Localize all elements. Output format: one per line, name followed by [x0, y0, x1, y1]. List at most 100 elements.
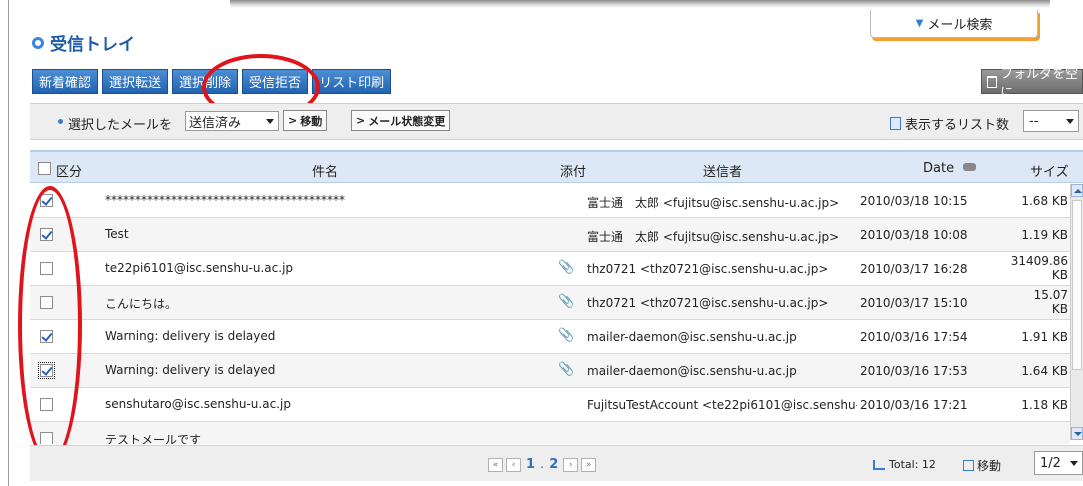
page-move[interactable]: 移動 [963, 457, 1001, 474]
first-page-icon[interactable]: « [488, 457, 503, 472]
page-title: 受信トレイ [32, 30, 135, 55]
header-date[interactable]: Date [923, 161, 954, 176]
chevron-right-icon: > [288, 114, 298, 127]
paperclip-icon: 📎 [558, 260, 575, 275]
row-size: 1.19 KB [1021, 228, 1068, 242]
header-attach[interactable]: 添付 [560, 161, 586, 180]
header-size[interactable]: サイズ [1030, 161, 1069, 180]
row-subject[interactable]: Warning: delivery is delayed [105, 329, 275, 343]
trash-icon [987, 75, 998, 88]
row-size-unit: KB [1051, 268, 1068, 282]
empty-folder-button[interactable]: フォルダを空に [981, 67, 1083, 101]
row-date: 2010/03/16 17:54 [860, 330, 968, 344]
chevron-down-icon [266, 119, 274, 124]
move-button-label: 移動 [300, 114, 323, 128]
chevron-down-icon [1066, 119, 1074, 124]
select-all-checkbox[interactable] [38, 162, 51, 179]
row-sender: 富士通 太郎 <fujitsu@isc.senshu-u.ac.jp> [587, 230, 840, 244]
move-icon [963, 460, 974, 471]
row-subject[interactable]: **************************************** [105, 193, 345, 207]
empty-folder-label: フォルダを空に [1000, 66, 1079, 101]
list-count-label: 表示するリスト数 [905, 118, 1010, 133]
paperclip-icon: 📎 [558, 362, 575, 377]
list-count-select[interactable]: -- [1023, 110, 1079, 132]
table-header: 区分 件名 添付 送信者 Date サイズ [30, 150, 1083, 183]
row-sender: thz0721 <thz0721@isc.senshu-u.ac.jp> [587, 262, 829, 276]
row-subject[interactable]: senshutaro@isc.senshu-u.ac.jp [105, 397, 291, 411]
row-size-unit: KB [1051, 302, 1068, 316]
row-sender: mailer-daemon@isc.senshu-u.ac.jp [587, 330, 797, 344]
change-status-label: メール状態変更 [368, 114, 446, 128]
chevron-down-icon [1070, 461, 1078, 466]
row-date: 2010/03/16 17:21 [860, 398, 968, 412]
sort-icon[interactable] [963, 163, 976, 171]
table-row[interactable]: senshutaro@isc.senshu-u.ac.jp FujitsuTest… [30, 388, 1070, 422]
mail-table: 区分 件名 添付 送信者 Date サイズ ******************… [30, 150, 1083, 444]
row-date: 2010/03/17 15:10 [860, 296, 968, 310]
table-row[interactable]: Test 富士通 太郎 <fujitsu@isc.senshu-u.ac.jp> 2… [30, 218, 1070, 252]
mail-search-label: メール検索 [927, 18, 993, 33]
table-row[interactable]: te22pi6101@isc.senshu-u.ac.jp 📎 thz0721 <t… [30, 252, 1070, 286]
bullet-icon [58, 119, 63, 124]
chevron-right-icon: > [356, 114, 366, 127]
document-icon [890, 117, 901, 130]
page-title-text: 受信トレイ [50, 35, 135, 55]
page-2-link[interactable]: 2 [549, 457, 558, 472]
move-button[interactable]: > 移動 [283, 110, 328, 131]
row-size: 15.07 KB [1034, 288, 1068, 316]
status-select[interactable]: 送信済み [185, 111, 279, 131]
check-new-button[interactable]: 新着確認 [32, 69, 99, 94]
row-subject[interactable]: Test [105, 227, 129, 241]
page-select-value: 1/2 [1040, 455, 1061, 471]
row-size-value: 31409.86 [1010, 254, 1068, 268]
forward-selected-button[interactable]: 選択転送 [102, 69, 169, 94]
row-subject[interactable]: テストメールです [105, 431, 201, 444]
page-separator: . [540, 457, 545, 472]
scroll-thumb[interactable] [1072, 200, 1082, 370]
page-select[interactable]: 1/2 [1034, 451, 1083, 475]
row-sender: thz0721 <thz0721@isc.senshu-u.ac.jp> [587, 296, 829, 310]
mail-search-tab[interactable]: ▼ メール検索 [870, 10, 1038, 38]
row-size: 31409.86 KB [1011, 254, 1068, 282]
mail-window: ▼ メール検索 受信トレイ 新着確認 選択転送 選択削除 受信拒否 リスト印刷 … [0, 0, 1083, 486]
row-date: 2010/03/18 10:08 [860, 228, 968, 242]
pager-bar: « ‹ 1 . 2 › » Total: 12 移動 1/2 [30, 445, 1083, 481]
selected-mail-label: 選択したメールを [68, 118, 173, 133]
pagination: « ‹ 1 . 2 › » [488, 457, 597, 472]
action-bar: 選択したメールを 送信済み > 移動 > メール状態変更 表示するリスト数 -- [30, 103, 1083, 140]
header-subject[interactable]: 件名 [312, 161, 338, 180]
row-subject[interactable]: te22pi6101@isc.senshu-u.ac.jp [105, 261, 293, 275]
row-date: 2010/03/18 10:15 [860, 194, 968, 208]
table-row[interactable]: ****************************************… [30, 184, 1070, 218]
row-size: 1.18 KB [1021, 398, 1068, 412]
row-size: 1.68 KB [1021, 194, 1068, 208]
table-row[interactable]: Warning: delivery is delayed 📎 mailer-daem… [30, 354, 1070, 388]
list-scrollbar[interactable] [1070, 184, 1083, 440]
scroll-down-icon[interactable] [1071, 427, 1083, 440]
page-1-link[interactable]: 1 [526, 457, 535, 472]
header-from[interactable]: 送信者 [703, 161, 742, 180]
paperclip-icon: 📎 [558, 294, 575, 309]
circle-icon [32, 36, 44, 49]
list-count: 表示するリスト数 [890, 114, 1009, 133]
total-count: Total: 12 [873, 458, 936, 471]
scroll-up-icon[interactable] [1071, 184, 1083, 197]
row-subject[interactable]: こんにちは。 [105, 295, 177, 312]
next-page-icon[interactable]: › [563, 457, 579, 472]
row-size-value: 15.07 [1033, 288, 1068, 302]
top-shadow-bar [230, 0, 1050, 8]
change-status-button[interactable]: > メール状態変更 [351, 110, 451, 131]
header-kubun[interactable]: 区分 [56, 161, 82, 180]
table-row[interactable]: テストメールです [30, 422, 1070, 444]
row-sender: 富士通 太郎 <fujitsu@isc.senshu-u.ac.jp> [587, 196, 840, 210]
table-row[interactable]: Warning: delivery is delayed 📎 mailer-daem… [30, 320, 1070, 354]
print-list-button[interactable]: リスト印刷 [312, 69, 392, 94]
table-row[interactable]: こんにちは。 📎 thz0721 <thz0721@isc.senshu-u.ac.… [30, 286, 1070, 320]
prev-page-icon[interactable]: ‹ [506, 457, 521, 472]
row-subject[interactable]: Warning: delivery is delayed [105, 363, 275, 377]
total-icon [873, 459, 885, 470]
last-page-icon[interactable]: » [581, 457, 597, 472]
paperclip-icon: 📎 [558, 328, 575, 343]
list-count-value: -- [1029, 113, 1039, 129]
triangle-down-icon: ▼ [915, 18, 924, 29]
